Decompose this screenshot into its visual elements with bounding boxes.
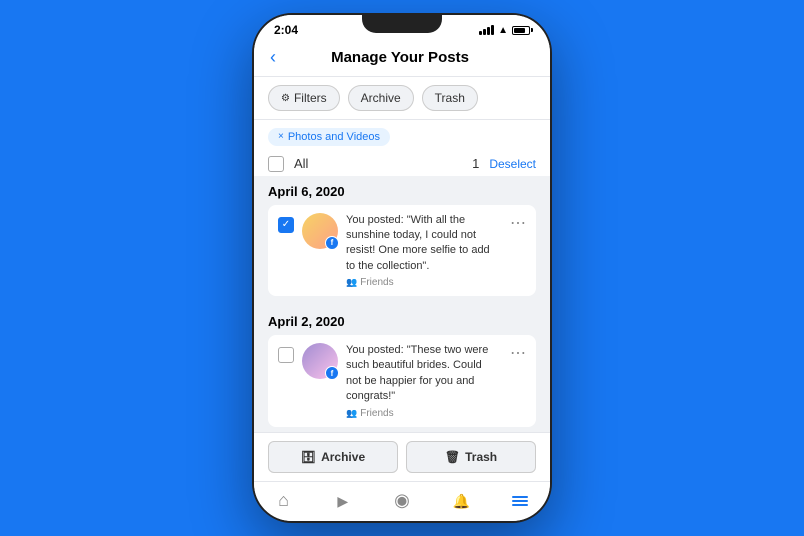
selected-count: 1 — [472, 156, 479, 171]
post-item: f You posted: "These two were such beaut… — [268, 335, 536, 427]
select-all-row: All 1 Deselect — [254, 152, 550, 176]
tab-filters[interactable]: ⚙ Filters — [268, 85, 340, 111]
filter-tag-label: Photos and Videos — [288, 131, 380, 143]
post1-checkbox-box[interactable] — [278, 217, 294, 233]
nav-notifications[interactable] — [432, 490, 491, 511]
tab-trash[interactable]: Trash — [422, 85, 478, 111]
deselect-button[interactable]: Deselect — [489, 157, 536, 171]
nav-video[interactable] — [313, 490, 372, 511]
nav-menu[interactable] — [491, 490, 550, 511]
privacy-label: Friends — [360, 277, 393, 288]
menu-icon — [512, 496, 528, 506]
post2-privacy: 👥 Friends — [346, 408, 498, 419]
date-group-april6: April 6, 2020 f You posted: "With all th… — [254, 176, 550, 307]
page-title: Manage Your Posts — [284, 49, 516, 66]
filter-tag-photos-videos[interactable]: × Photos and Videos — [268, 128, 390, 146]
post1-text: You posted: "With all the sunshine today… — [346, 213, 498, 275]
post2-more-button[interactable]: ⋯ — [506, 343, 526, 363]
post1-avatar-wrap: f — [302, 213, 338, 249]
tab-archive[interactable]: Archive — [348, 85, 414, 111]
privacy-icon: 👥 — [346, 408, 357, 419]
trash-label: Trash — [465, 450, 497, 464]
select-all-label: All — [294, 156, 462, 171]
notch — [362, 15, 442, 33]
scroll-content: April 6, 2020 f You posted: "With all th… — [254, 176, 550, 433]
nav-home[interactable] — [254, 490, 313, 511]
post2-avatar-wrap: f — [302, 343, 338, 379]
post2-checkbox[interactable] — [278, 347, 294, 363]
action-bar: 🗄 Archive 🗑 Trash — [254, 432, 550, 481]
tab-bar: ⚙ Filters Archive Trash — [254, 77, 550, 120]
header: ‹ Manage Your Posts — [254, 41, 550, 77]
post-item: f You posted: "With all the sunshine tod… — [268, 205, 536, 297]
filter-tags: × Photos and Videos — [254, 120, 550, 152]
post1-more-button[interactable]: ⋯ — [506, 213, 526, 233]
phone-frame: 2:04 ▲ ‹ Manage Your Posts ⚙ Filters Arc… — [252, 13, 552, 523]
trash-button[interactable]: 🗑 Trash — [406, 441, 536, 473]
video-icon — [337, 490, 348, 511]
privacy-icon: 👥 — [346, 277, 357, 288]
date-label-april6: April 6, 2020 — [268, 184, 536, 199]
post1-content: You posted: "With all the sunshine today… — [346, 213, 498, 289]
post2-checkbox-box[interactable] — [278, 347, 294, 363]
signal-icon — [479, 25, 494, 35]
post1-privacy: 👥 Friends — [346, 277, 498, 288]
bottom-nav — [254, 481, 550, 521]
date-group-april2: April 2, 2020 f You posted: "These two w… — [254, 306, 550, 432]
wifi-icon: ▲ — [498, 25, 508, 36]
remove-filter-icon: × — [278, 131, 284, 142]
bell-icon — [452, 490, 469, 511]
fb-badge: f — [325, 366, 339, 380]
filter-icon: ⚙ — [281, 93, 290, 104]
select-all-checkbox[interactable] — [268, 156, 284, 172]
archive-label: Archive — [321, 450, 365, 464]
post2-content: You posted: "These two were such beautif… — [346, 343, 498, 419]
status-time: 2:04 — [274, 23, 298, 37]
archive-icon: 🗄 — [301, 450, 316, 464]
post1-checkbox[interactable] — [278, 217, 294, 233]
status-icons: ▲ — [479, 25, 530, 36]
battery-icon — [512, 26, 530, 35]
profile-icon — [394, 490, 410, 511]
fb-badge: f — [325, 236, 339, 250]
date-label-april2: April 2, 2020 — [268, 314, 536, 329]
nav-profile[interactable] — [372, 490, 431, 511]
archive-button[interactable]: 🗄 Archive — [268, 441, 398, 473]
privacy-label: Friends — [360, 408, 393, 419]
back-button[interactable]: ‹ — [270, 47, 284, 68]
home-icon — [278, 490, 289, 511]
trash-icon: 🗑 — [445, 450, 460, 464]
post2-text: You posted: "These two were such beautif… — [346, 343, 498, 405]
